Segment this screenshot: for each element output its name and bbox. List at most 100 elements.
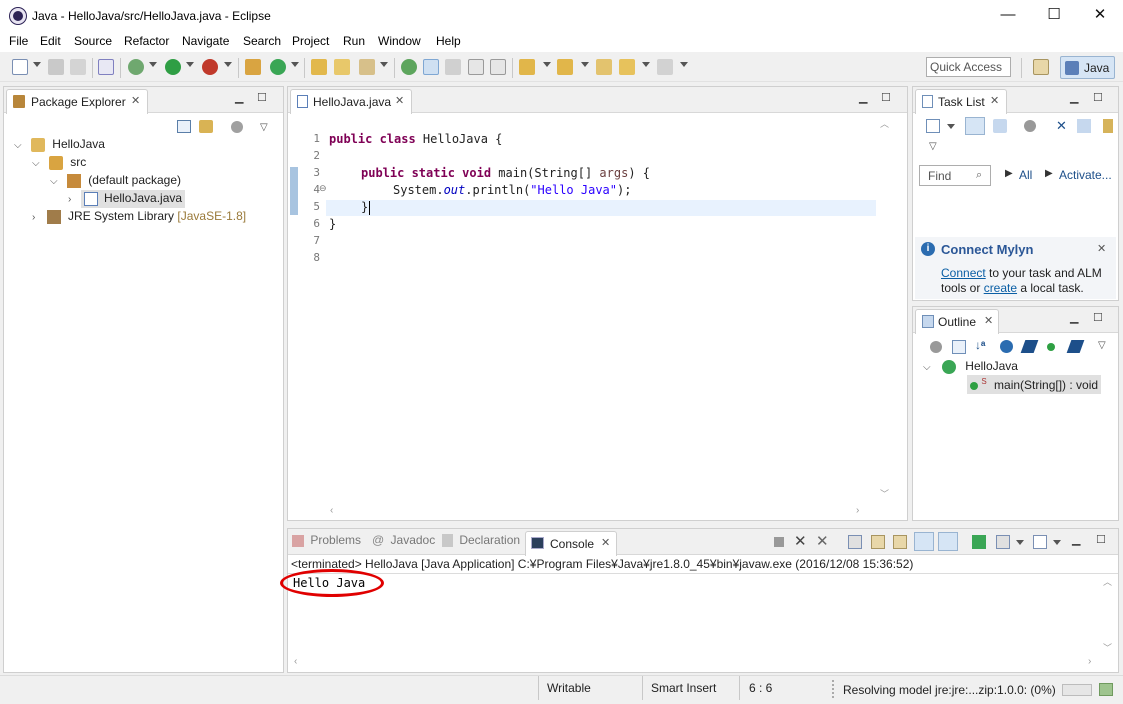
- maximize-editor-icon[interactable]: ☐: [881, 91, 891, 104]
- focus-icon[interactable]: [1024, 120, 1036, 132]
- new-icon[interactable]: [12, 59, 28, 75]
- maximize-button[interactable]: ☐: [1031, 0, 1077, 32]
- sort-icon[interactable]: ↓ᵃ: [975, 338, 986, 352]
- open-console-icon[interactable]: [1033, 535, 1047, 549]
- tab-console[interactable]: Console ✕: [525, 531, 617, 556]
- scroll-down-icon[interactable]: ﹀: [1103, 641, 1112, 654]
- minimize-view-icon[interactable]: ▁: [1070, 91, 1078, 104]
- new-class-dropdown-icon[interactable]: [291, 62, 299, 67]
- toggle-breadcrumb-icon[interactable]: [490, 59, 506, 75]
- maximize-view-icon[interactable]: ☐: [1093, 311, 1103, 324]
- show-on-stderr-icon[interactable]: [938, 532, 958, 551]
- debug-dropdown-icon[interactable]: [149, 62, 157, 67]
- skip-breakpoints-icon[interactable]: [98, 59, 114, 75]
- code-line-7[interactable]: }: [329, 217, 336, 231]
- annotation-icon[interactable]: [401, 59, 417, 75]
- remove-launch-icon[interactable]: ✕: [794, 532, 807, 550]
- hide-local-types-icon[interactable]: [1066, 340, 1085, 353]
- scroll-right-icon[interactable]: ›: [856, 505, 859, 516]
- new-dropdown-icon[interactable]: [33, 62, 41, 67]
- next-annotation-dropdown-icon[interactable]: [543, 62, 551, 67]
- new-task-icon[interactable]: [926, 119, 940, 133]
- last-edit-location-icon[interactable]: [596, 59, 612, 75]
- run-dropdown-icon[interactable]: [186, 62, 194, 67]
- run-icon[interactable]: [165, 59, 181, 75]
- focus-on-task-icon[interactable]: [231, 121, 243, 133]
- scroll-right-icon[interactable]: ›: [1088, 656, 1091, 667]
- show-whitespace-icon[interactable]: [468, 59, 484, 75]
- tree-item-src[interactable]: ⌵ src: [32, 155, 86, 170]
- maximize-view-icon[interactable]: ☐: [1093, 91, 1103, 104]
- close-tab-icon[interactable]: ✕: [131, 94, 140, 107]
- tree-item-jre-library[interactable]: › JRE System Library [JavaSE-1.8]: [32, 209, 246, 224]
- next-annotation-icon[interactable]: [519, 59, 535, 75]
- tab-package-explorer[interactable]: Package Explorer ✕: [6, 89, 148, 114]
- maximize-view-icon[interactable]: ☐: [257, 91, 267, 104]
- editor-vertical-scrollbar[interactable]: ︿ ﹀: [878, 115, 892, 505]
- hide-static-icon[interactable]: [1020, 340, 1039, 353]
- search-icon[interactable]: [359, 59, 375, 75]
- minimize-editor-icon[interactable]: ▁: [859, 91, 867, 104]
- save-icon[interactable]: [48, 59, 64, 75]
- view-menu-icon[interactable]: ▽: [1098, 340, 1106, 351]
- close-tab-icon[interactable]: ✕: [990, 94, 999, 107]
- scheduled-icon[interactable]: [993, 119, 1007, 133]
- menu-window[interactable]: Window: [378, 34, 421, 48]
- menu-navigate[interactable]: Navigate: [182, 34, 229, 48]
- fold-collapse-icon[interactable]: ⊖: [319, 183, 327, 194]
- maximize-view-icon[interactable]: ☐: [1096, 533, 1106, 546]
- menu-source[interactable]: Source: [74, 34, 112, 48]
- close-tab-icon[interactable]: ✕: [601, 536, 610, 549]
- display-console-icon[interactable]: [996, 535, 1010, 549]
- all-link[interactable]: All: [1019, 168, 1032, 182]
- mark-occurrences-icon[interactable]: [423, 59, 439, 75]
- debug-icon[interactable]: [128, 59, 144, 75]
- code-line-2[interactable]: public class HelloJava {: [329, 132, 502, 146]
- clear-console-icon[interactable]: [848, 535, 862, 549]
- status-progress-text[interactable]: Resolving model jre:jre:...zip:1.0.0: (0…: [843, 683, 1056, 697]
- minimize-view-icon[interactable]: ▁: [1072, 533, 1080, 546]
- tab-task-list[interactable]: Task List ✕: [915, 89, 1007, 114]
- hide-fields-icon[interactable]: [1000, 340, 1013, 353]
- search-dropdown-icon[interactable]: [380, 62, 388, 67]
- minimize-view-icon[interactable]: ▁: [235, 91, 243, 104]
- code-line-5[interactable]: System.out.println("Hello Java");: [393, 183, 631, 197]
- hide-completed-icon[interactable]: ✕: [1056, 118, 1067, 134]
- scroll-left-icon[interactable]: ‹: [330, 505, 333, 516]
- open-console-dropdown-icon[interactable]: [1053, 540, 1061, 545]
- minimize-button[interactable]: —: [985, 0, 1031, 32]
- tab-outline[interactable]: Outline ✕: [915, 309, 999, 334]
- menu-edit[interactable]: Edit: [40, 34, 61, 48]
- outline-item-class[interactable]: ⌵ HelloJava: [923, 359, 1018, 374]
- open-type-icon[interactable]: [311, 59, 327, 75]
- outline-item-method[interactable]: S main(String[]) : void: [967, 375, 1102, 394]
- categorized-icon[interactable]: [965, 117, 985, 135]
- collapse-all-icon[interactable]: [177, 120, 191, 133]
- scroll-up-icon[interactable]: ︿: [880, 117, 889, 130]
- word-wrap-icon[interactable]: [893, 535, 907, 549]
- display-console-dropdown-icon[interactable]: [1016, 540, 1024, 545]
- sync-icon[interactable]: [1103, 119, 1113, 133]
- console-vertical-scrollbar[interactable]: ︿ ﹀: [1102, 575, 1116, 655]
- progress-view-icon[interactable]: [1099, 683, 1113, 696]
- console-horizontal-scrollbar[interactable]: ‹ ›: [290, 656, 1100, 670]
- scroll-down-icon[interactable]: ﹀: [880, 487, 889, 500]
- collapse-all-icon[interactable]: [952, 340, 966, 354]
- progress-bar[interactable]: [1062, 684, 1092, 696]
- scroll-up-icon[interactable]: ︿: [1103, 575, 1112, 588]
- collapse-tasks-icon[interactable]: [1077, 119, 1091, 133]
- new-java-project-icon[interactable]: [245, 59, 261, 75]
- tab-hellojava-java[interactable]: HelloJava.java ✕: [290, 89, 412, 114]
- open-perspective-icon[interactable]: [1033, 59, 1049, 75]
- previous-annotation-icon[interactable]: [557, 59, 573, 75]
- tab-declaration[interactable]: Declaration: [442, 533, 520, 548]
- new-task-dropdown-icon[interactable]: [947, 124, 955, 129]
- menu-file[interactable]: File: [9, 34, 28, 48]
- link-with-editor-icon[interactable]: [199, 120, 213, 133]
- forward-icon[interactable]: [657, 59, 673, 75]
- code-line-4[interactable]: public static void main(String[] args) {: [361, 166, 650, 180]
- tab-javadoc[interactable]: @ Javadoc: [372, 533, 435, 547]
- activate-link[interactable]: Activate...: [1059, 168, 1112, 182]
- minimize-view-icon[interactable]: ▁: [1070, 311, 1078, 324]
- quick-access-input[interactable]: Quick Access: [926, 57, 1011, 77]
